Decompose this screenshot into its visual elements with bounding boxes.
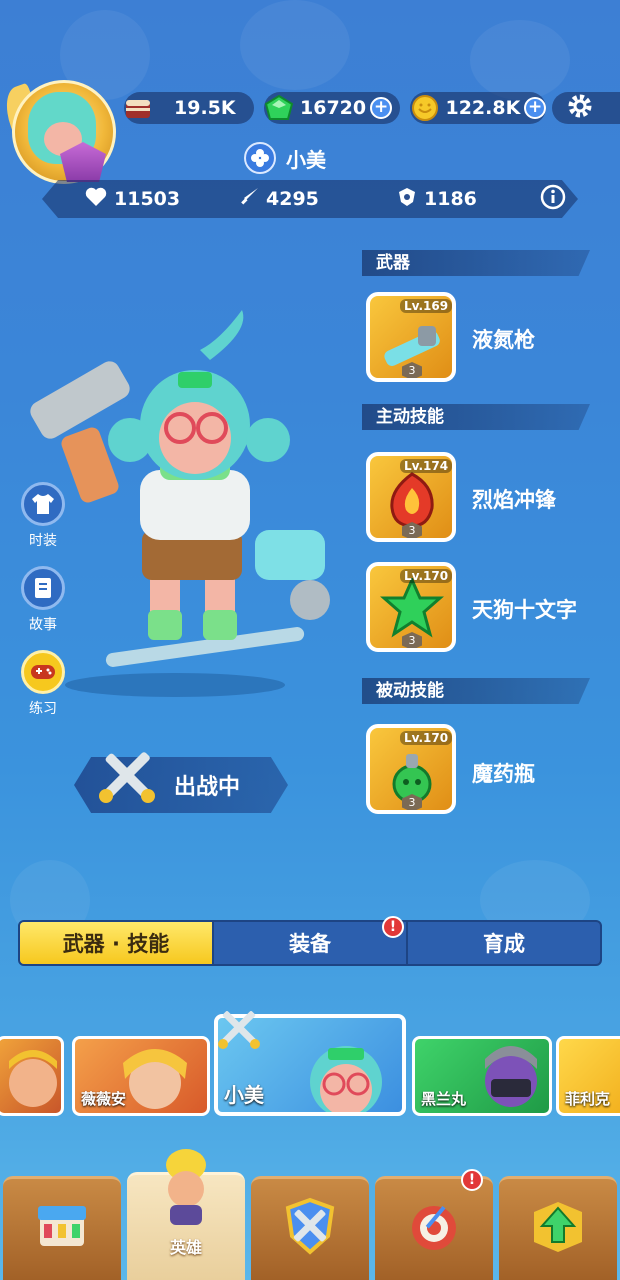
- tab-weapon-skill[interactable]: 武器 · 技能: [20, 922, 214, 964]
- coin-amount: 122.8K: [445, 97, 521, 119]
- gem-resource[interactable]: 16720 +: [264, 92, 400, 124]
- hero-stats-bar: 11503 4295 1186: [42, 180, 578, 218]
- active-skill-2-name: 天狗十文字: [472, 598, 577, 622]
- upgrade-arrow-icon: [534, 1202, 582, 1252]
- hero-nav-icon: [166, 1149, 206, 1225]
- active-skill-card-2[interactable]: Lv.170 3: [366, 562, 456, 652]
- info-icon: [540, 184, 566, 215]
- hero-card-name: 小美: [224, 1083, 264, 1107]
- hp-stat: 11503: [84, 186, 180, 213]
- gem-icon: [264, 93, 294, 123]
- nav-heroes-label: 英雄: [169, 1238, 202, 1257]
- gem-amount: 16720: [300, 97, 367, 119]
- sword-icon: [238, 186, 260, 213]
- nav-heroes[interactable]: 英雄: [127, 1149, 245, 1280]
- player-avatar[interactable]: [0, 76, 120, 188]
- passive-skill-name: 魔药瓶: [472, 762, 535, 786]
- costume-label: 时装: [29, 533, 57, 549]
- defense-stat: 1186: [396, 186, 477, 213]
- deployed-swords-icon: [218, 1011, 260, 1049]
- coin-resource[interactable]: 122.8K +: [410, 92, 546, 124]
- shield-icon: [396, 186, 418, 213]
- target-icon: [412, 1205, 456, 1250]
- active-skill-1-name: 烈焰冲锋: [472, 488, 556, 512]
- active-skill-2-level: Lv.170: [400, 569, 452, 583]
- weapon-section-title: 武器: [362, 250, 590, 276]
- tab-equipment[interactable]: 装备 !: [214, 916, 408, 964]
- story-label: 故事: [29, 617, 57, 633]
- active-skills-section-title: 主动技能: [362, 404, 590, 430]
- equipment-alert-icon: !: [382, 916, 404, 938]
- hero-name: 小美: [286, 147, 326, 172]
- defense-value: 1186: [424, 188, 477, 210]
- shop-icon: [38, 1206, 86, 1246]
- story-button[interactable]: 故事: [20, 566, 66, 634]
- passive-skills-section-title: 被动技能: [362, 678, 590, 704]
- info-button[interactable]: [540, 184, 566, 215]
- passive-skill-card[interactable]: Lv.170 3: [366, 724, 456, 814]
- hero-card-name: 菲利克: [565, 1090, 611, 1108]
- bottom-navigation: 英雄 !: [0, 1149, 620, 1280]
- add-gems-button[interactable]: +: [370, 97, 393, 119]
- weapon-skill-name: 液氮枪: [472, 328, 535, 352]
- target-alert-icon: !: [461, 1169, 483, 1191]
- crossed-swords-icon: [99, 752, 155, 803]
- nav-target[interactable]: !: [375, 1169, 493, 1280]
- hero-title: 小美: [244, 142, 326, 174]
- hero-card-name: 黑兰丸: [421, 1090, 467, 1108]
- add-coins-button[interactable]: +: [524, 97, 546, 119]
- attack-stat: 4295: [238, 186, 319, 213]
- hero-card-kuroranmaru[interactable]: 黑兰丸: [412, 1036, 552, 1116]
- clover-icon: [244, 142, 276, 174]
- gear-icon: [566, 92, 594, 124]
- hero-portrait: [9, 1050, 57, 1107]
- active-skill-1-level: Lv.174: [400, 459, 452, 473]
- weapon-skill-level: Lv.169: [400, 299, 452, 313]
- hero-card-name: 薇薇安: [81, 1090, 127, 1108]
- coin-icon: [410, 93, 439, 123]
- active-skill-card-1[interactable]: Lv.174 3: [366, 452, 456, 542]
- weapon-skill-card[interactable]: Lv.169 3: [366, 292, 456, 382]
- cake-amount: 19.5K: [174, 97, 236, 119]
- practice-label: 练习: [29, 701, 57, 717]
- gamepad-icon: [21, 650, 65, 694]
- passive-skill-level: Lv.170: [400, 731, 452, 745]
- hp-value: 11503: [114, 188, 181, 210]
- tab-weapon-skill-label: 武器 · 技能: [62, 932, 170, 956]
- nav-upgrade[interactable]: [499, 1176, 617, 1280]
- tab-equipment-label: 装备: [289, 932, 331, 956]
- shirt-icon: [21, 482, 65, 526]
- hero-card-vivian[interactable]: 薇薇安: [72, 1036, 210, 1116]
- nav-battle[interactable]: [251, 1176, 369, 1280]
- tab-training-label: 育成: [483, 932, 525, 956]
- hero-card-felix-partial[interactable]: 菲利克: [556, 1036, 620, 1116]
- tab-training[interactable]: 育成: [408, 922, 600, 964]
- cake-resource[interactable]: 19.5K: [124, 92, 254, 124]
- deploy-label: 出战中: [174, 775, 241, 800]
- practice-button[interactable]: 练习: [20, 650, 66, 718]
- battle-shield-icon: [285, 1197, 335, 1255]
- book-icon: [21, 566, 65, 610]
- attack-value: 4295: [266, 188, 319, 210]
- hero-card-partial-left[interactable]: [0, 1036, 64, 1116]
- heart-icon: [84, 186, 108, 213]
- hero-detail-tabs: 武器 · 技能 装备 ! 育成: [18, 916, 602, 966]
- settings-button[interactable]: [552, 92, 620, 124]
- costume-button[interactable]: 时装: [20, 482, 66, 550]
- cake-icon: [124, 93, 154, 123]
- flame-charge-icon: [390, 472, 434, 528]
- nav-shop[interactable]: [3, 1176, 121, 1280]
